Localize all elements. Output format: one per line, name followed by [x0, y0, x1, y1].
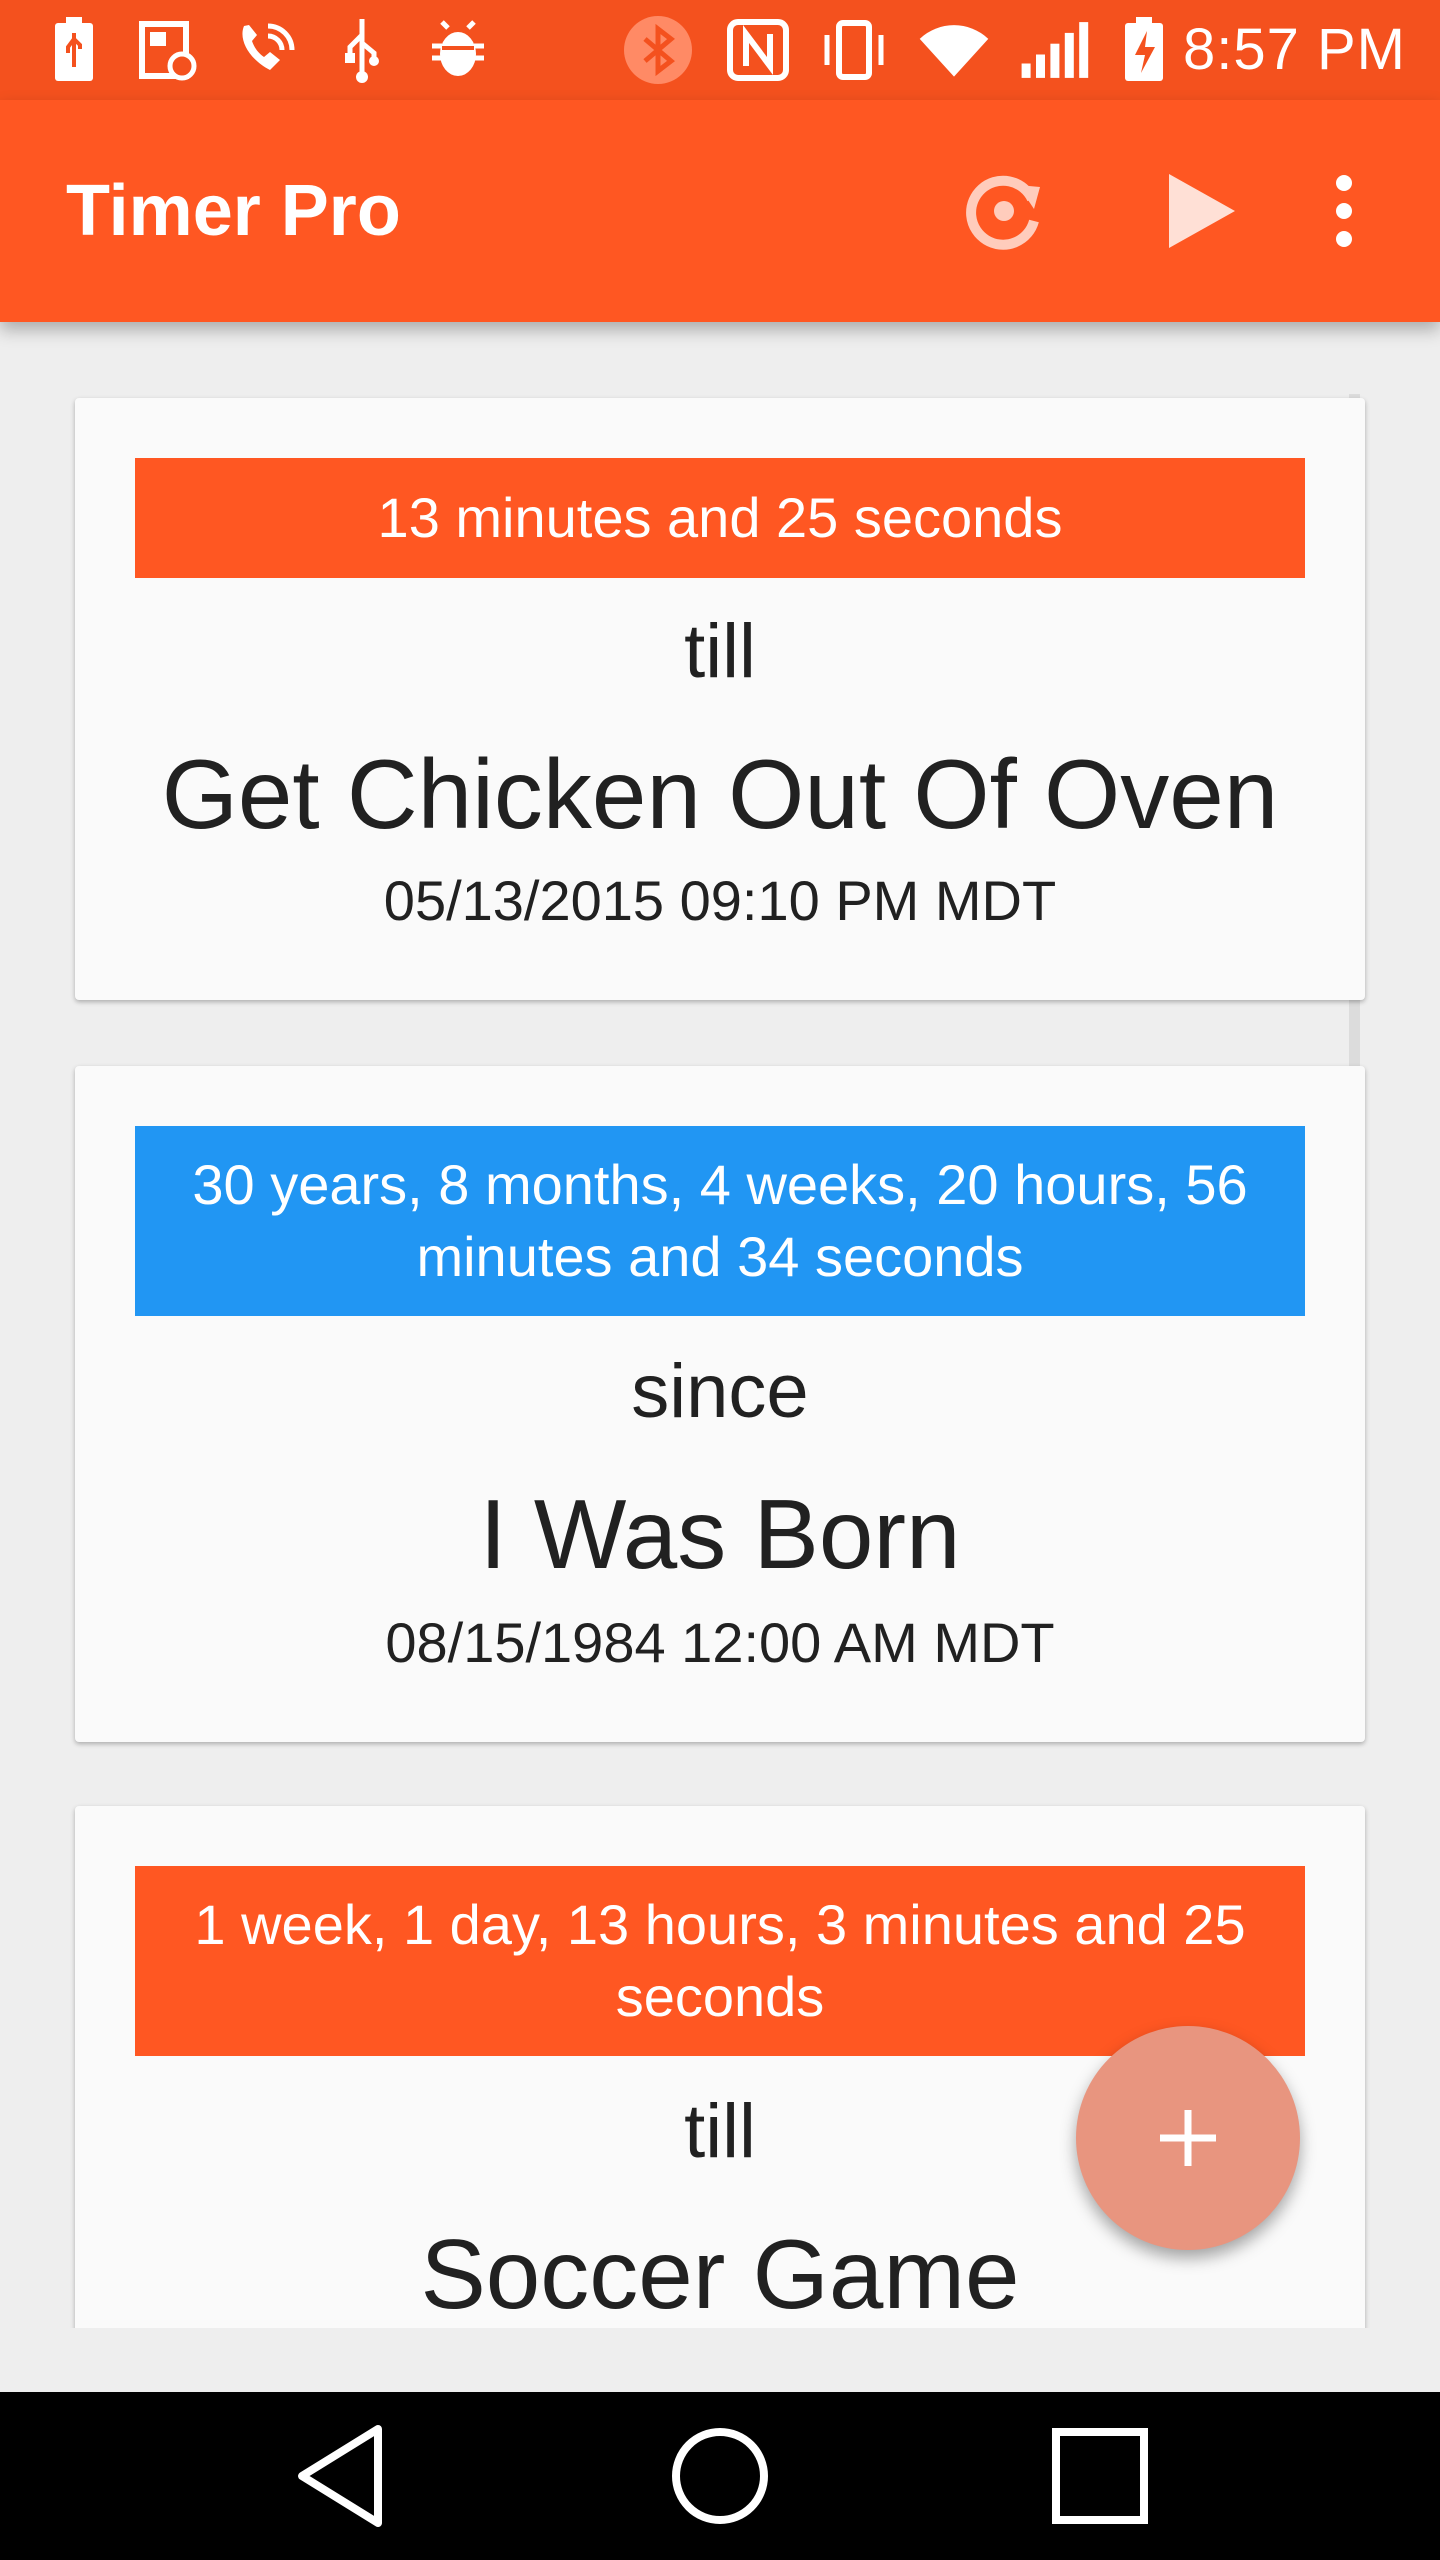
screen-rotate-icon: [132, 14, 204, 86]
nfc-icon: [722, 14, 794, 86]
battery-charging-icon: [1108, 14, 1180, 86]
bluetooth-icon: [622, 14, 694, 86]
vibrate-icon: [818, 14, 890, 86]
timer-list[interactable]: 13 minutes and 25 seconds till Get Chick…: [0, 322, 1440, 2328]
countdown-banner: 1 week, 1 day, 13 hours, 3 minutes and 2…: [135, 1866, 1305, 2056]
status-bar: 8:57 PM: [0, 0, 1440, 100]
recents-icon: [1052, 2428, 1148, 2524]
play-icon: [1169, 174, 1235, 248]
status-time: 8:57 PM: [1183, 17, 1406, 82]
wifi-icon: [918, 14, 990, 86]
home-button[interactable]: [648, 2404, 792, 2548]
recents-button[interactable]: [1028, 2404, 1172, 2548]
overflow-menu-icon: [1336, 175, 1352, 247]
plus-icon: [1160, 2110, 1216, 2166]
add-timer-button[interactable]: [1076, 2026, 1300, 2250]
overflow-menu-button[interactable]: [1284, 151, 1404, 271]
home-icon: [672, 2428, 768, 2524]
timer-name: I Was Born: [479, 1479, 961, 1589]
timer-datetime: 08/15/1984 12:00 AM MDT: [385, 1611, 1055, 1674]
timer-relation: till: [684, 609, 756, 694]
back-icon: [298, 2425, 382, 2527]
app-title: Timer Pro: [66, 171, 401, 251]
timer-datetime: 05/13/2015 09:10 PM MDT: [383, 869, 1057, 932]
countdown-banner: 13 minutes and 25 seconds: [135, 458, 1305, 578]
refresh-icon: [966, 175, 1040, 250]
timer-card[interactable]: 30 years, 8 months, 4 weeks, 20 hours, 5…: [75, 1066, 1365, 1742]
navigation-bar: [0, 2392, 1440, 2560]
android-debug-icon: [422, 14, 494, 86]
signal-icon: [1018, 14, 1090, 86]
usb-icon: [326, 14, 398, 86]
timer-name: Get Chicken Out Of Oven: [161, 739, 1279, 849]
refresh-button[interactable]: [944, 151, 1064, 271]
timer-card[interactable]: 13 minutes and 25 seconds till Get Chick…: [75, 398, 1365, 1000]
battery-usb-icon: [38, 14, 110, 86]
back-button[interactable]: [268, 2404, 412, 2548]
play-button[interactable]: [1140, 151, 1260, 271]
wifi-call-icon: [228, 14, 300, 86]
timer-relation: since: [631, 1349, 809, 1434]
app-bar: Timer Pro: [0, 100, 1440, 322]
countdown-banner: 30 years, 8 months, 4 weeks, 20 hours, 5…: [135, 1126, 1305, 1316]
